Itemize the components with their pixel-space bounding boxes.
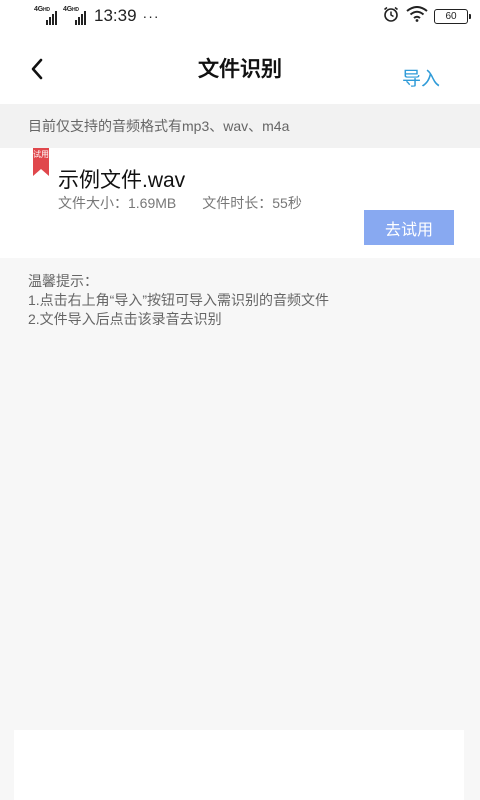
file-meta: 文件大小：1.69MB 文件时长：55秒 — [58, 193, 302, 213]
nav-bar: 文件识别 导入 — [0, 32, 480, 104]
signal-icon-sim2: 4GHD — [63, 6, 86, 25]
page-title: 文件识别 — [198, 58, 282, 81]
wifi-icon — [406, 5, 428, 27]
file-duration: 文件时长：55秒 — [202, 195, 302, 211]
import-button[interactable]: 导入 — [402, 64, 440, 91]
file-size: 文件大小：1.69MB — [58, 195, 177, 211]
trial-badge-label: 试用 — [33, 150, 49, 159]
bottom-panel — [14, 730, 464, 800]
tips-title: 温馨提示： — [28, 273, 98, 289]
signal-icon-sim1: 4GHD — [34, 6, 57, 25]
alarm-icon — [382, 5, 400, 28]
status-more-icon: ··· — [142, 8, 160, 24]
trial-badge: 试用 — [33, 148, 49, 176]
battery-icon: 60 — [434, 8, 471, 24]
battery-level: 60 — [445, 10, 457, 22]
try-button[interactable]: 去试用 — [364, 210, 454, 245]
tips-line-2: 2.文件导入后点击该录音去识别 — [28, 311, 222, 327]
status-time: 13:39 — [94, 6, 137, 25]
file-name: 示例文件.wav — [58, 169, 186, 192]
format-notice: 目前仅支持的音频格式有mp3、wav、m4a — [0, 104, 480, 148]
back-button[interactable] — [30, 54, 60, 84]
tips-line-1: 1.点击右上角“导入”按钮可导入需识别的音频文件 — [28, 292, 329, 308]
status-bar: 4GHD 4GHD 13:39 ··· 60 — [0, 0, 480, 32]
file-card[interactable]: 试用 示例文件.wav 文件大小：1.69MB 文件时长：55秒 去试用 — [0, 148, 480, 258]
chevron-left-icon — [31, 58, 43, 80]
tips-section: 温馨提示： 1.点击右上角“导入”按钮可导入需识别的音频文件 2.文件导入后点击… — [28, 272, 329, 329]
